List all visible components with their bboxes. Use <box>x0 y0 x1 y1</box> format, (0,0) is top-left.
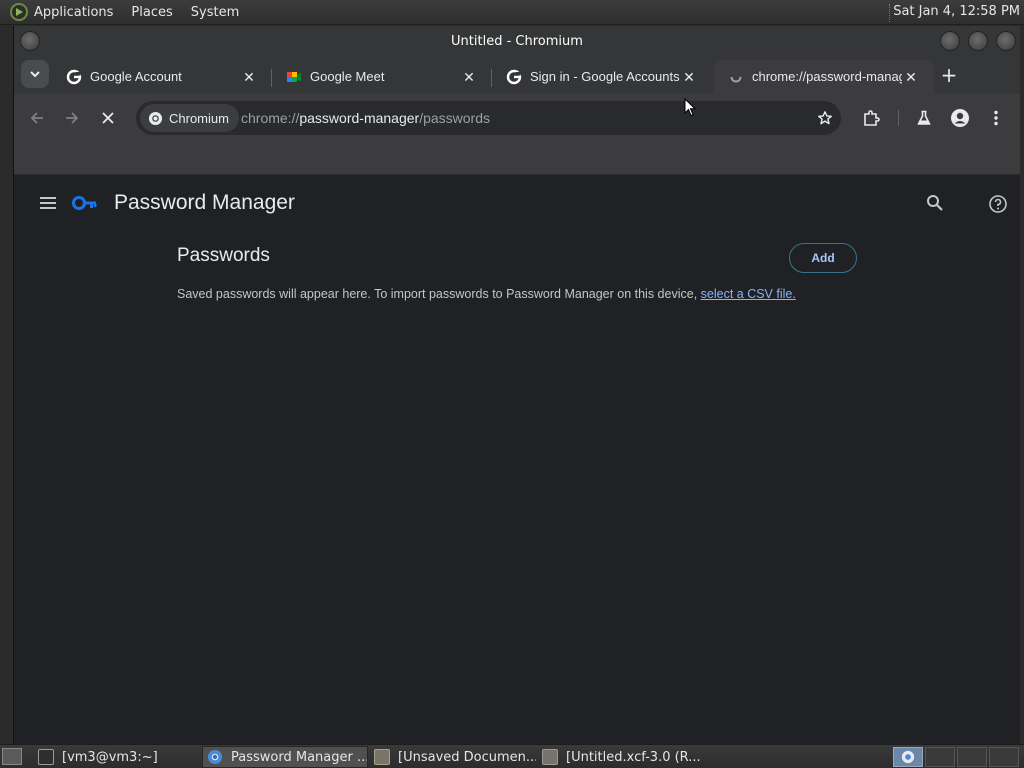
chromium-icon <box>208 750 222 764</box>
taskbar-item-gimp[interactable]: [Untitled.xcf-3.0 (R... <box>538 746 704 768</box>
clock[interactable]: Sat Jan 4, 12:58 PM <box>893 4 1020 19</box>
site-info-chip[interactable]: Chromium <box>140 104 239 132</box>
star-icon <box>818 111 832 125</box>
taskbar-item-terminal[interactable]: [vm3@vm3:~] <box>34 746 200 768</box>
workspace-3[interactable] <box>957 747 987 767</box>
browser-toolbar: Chromium chrome://password-manager/passw… <box>14 94 1020 142</box>
hamburger-menu-icon <box>40 197 56 209</box>
empty-state-message: Saved passwords will appear here. To imp… <box>177 287 796 301</box>
new-tab-button[interactable]: + <box>939 65 959 86</box>
taskbar-item-text-editor[interactable]: [Unsaved Documen... <box>370 746 536 768</box>
window-titlebar[interactable]: Untitled - Chromium <box>14 26 1020 56</box>
stop-loading-button[interactable] <box>96 106 120 130</box>
labs-button[interactable] <box>912 106 936 130</box>
maximize-button[interactable] <box>968 31 988 51</box>
url-host: password-manager <box>299 110 420 126</box>
taskbar-item-label: [Untitled.xcf-3.0 (R... <box>566 749 701 765</box>
arrow-left-icon <box>30 112 43 124</box>
window-title: Untitled - Chromium <box>451 33 583 49</box>
close-icon <box>102 112 114 124</box>
close-tab-icon[interactable]: ✕ <box>682 70 696 84</box>
taskbar-item-label: [vm3@vm3:~] <box>62 749 158 765</box>
close-tab-icon[interactable]: ✕ <box>242 70 256 84</box>
chevron-down-icon <box>30 71 40 78</box>
close-window-button[interactable] <box>996 31 1016 51</box>
tab-google-meet[interactable]: Google Meet ✕ <box>272 60 492 94</box>
tab-google-account[interactable]: Google Account ✕ <box>52 60 272 94</box>
tab-title: Google Account <box>90 69 182 84</box>
terminal-icon <box>38 749 54 765</box>
extensions-button[interactable] <box>859 106 883 130</box>
passwords-heading: Passwords <box>177 245 270 266</box>
site-chip-label: Chromium <box>169 110 229 126</box>
taskbar-item-label: Password Manager ... <box>231 749 368 765</box>
google-meet-icon <box>287 72 301 82</box>
close-tab-icon[interactable]: ✕ <box>462 70 476 84</box>
url-scheme: chrome:// <box>241 110 300 126</box>
key-icon <box>72 196 97 210</box>
places-menu[interactable]: Places <box>125 0 178 25</box>
bookmarks-bar <box>14 142 1020 175</box>
chromium-icon <box>901 750 915 764</box>
google-g-icon <box>506 69 522 85</box>
workspace-4[interactable] <box>989 747 1019 767</box>
password-manager-page: Password Manager Passwords Add Saved pas… <box>14 175 1020 744</box>
workspace-2[interactable] <box>925 747 955 767</box>
tab-title: chrome://password-manager <box>752 69 902 84</box>
bottom-panel: [vm3@vm3:~] Password Manager ... [Unsave… <box>0 744 1024 768</box>
url-text[interactable]: chrome://password-manager/passwords <box>241 110 490 126</box>
tab-sign-in-google-accounts[interactable]: Sign in - Google Accounts ✕ <box>492 60 712 94</box>
flask-icon <box>917 110 931 125</box>
puzzle-piece-icon <box>864 110 880 126</box>
system-menu[interactable]: System <box>185 0 245 25</box>
top-panel: Applications Places System Sat Jan 4, 12… <box>0 0 1024 25</box>
arrow-right-icon <box>66 112 79 124</box>
taskbar-item-label: [Unsaved Documen... <box>398 749 536 765</box>
main-menu-button[interactable] <box>38 195 58 211</box>
gimp-icon <box>542 749 558 765</box>
browser-menu-button[interactable] <box>984 106 1008 130</box>
text-editor-icon <box>374 749 390 765</box>
search-icon <box>927 195 943 211</box>
applications-menu[interactable]: Applications <box>4 0 119 25</box>
address-bar[interactable]: Chromium chrome://password-manager/passw… <box>136 101 841 135</box>
distro-logo-icon <box>10 3 28 21</box>
minimize-button[interactable] <box>940 31 960 51</box>
back-button[interactable] <box>25 106 49 130</box>
browser-window: Untitled - Chromium Google Account ✕ Goo… <box>13 26 1020 744</box>
tab-strip: Google Account ✕ Google Meet ✕ Sign in -… <box>14 56 1020 94</box>
empty-state-text: Saved passwords will appear here. To imp… <box>177 287 701 301</box>
close-tab-icon[interactable]: ✕ <box>904 70 918 84</box>
more-vert-icon <box>994 110 998 126</box>
add-password-button[interactable]: Add <box>789 243 857 273</box>
avatar-icon <box>951 109 969 127</box>
applications-menu-label: Applications <box>34 4 114 20</box>
loading-spinner-icon <box>730 71 742 83</box>
profile-button[interactable] <box>948 106 972 130</box>
tab-search-button[interactable] <box>21 60 49 88</box>
page-title: Password Manager <box>114 191 295 214</box>
forward-button[interactable] <box>60 106 84 130</box>
search-button[interactable] <box>926 194 946 214</box>
tab-title: Google Meet <box>310 69 385 84</box>
help-circle-icon <box>989 195 1007 213</box>
google-g-icon <box>66 69 82 85</box>
help-button[interactable] <box>988 194 1008 214</box>
bookmark-star-button[interactable] <box>813 106 837 130</box>
select-csv-link[interactable]: select a CSV file. <box>701 287 796 301</box>
url-path: /passwords <box>419 110 491 126</box>
mouse-cursor-icon <box>684 98 696 117</box>
chromium-icon <box>148 111 163 125</box>
tab-title: Sign in - Google Accounts <box>530 69 680 84</box>
show-desktop-icon[interactable] <box>2 748 22 765</box>
tab-password-manager[interactable]: chrome://password-manager ✕ <box>714 60 934 94</box>
window-menu-button[interactable] <box>20 31 40 51</box>
workspace-1[interactable] <box>893 747 923 767</box>
taskbar-item-chromium[interactable]: Password Manager ... <box>202 746 368 768</box>
toolbar-divider <box>898 110 899 126</box>
